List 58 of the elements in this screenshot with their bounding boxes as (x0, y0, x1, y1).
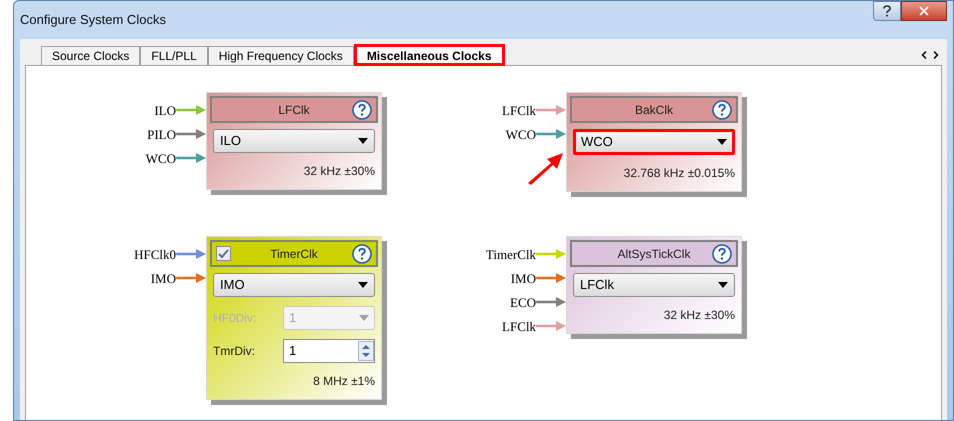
source-dropdown[interactable]: WCO (573, 129, 735, 155)
help-icon[interactable] (712, 244, 732, 264)
block-title: LFClk (277, 102, 311, 118)
arrow-icon (176, 153, 206, 163)
block-title: BakClk (634, 102, 674, 118)
caret-icon (358, 282, 368, 288)
spinner-icon[interactable] (358, 341, 374, 361)
input-label: IMO (150, 272, 176, 284)
check-icon (218, 248, 229, 258)
input-label: PILO (147, 128, 176, 140)
field-label: HF0Div: (213, 310, 258, 327)
arrow-icon (536, 249, 566, 259)
help-icon[interactable] (352, 100, 372, 120)
block-title: TimerClk (269, 246, 319, 262)
tab[interactable]: Source Clocks (41, 46, 140, 66)
caret-icon (718, 282, 728, 288)
input-label: LFClk (502, 104, 536, 116)
divider-spin-field[interactable]: 1 (283, 339, 375, 363)
source-dropdown[interactable]: IMO (213, 273, 375, 297)
input-label: WCO (146, 152, 176, 164)
input-label: HFClk0 (134, 248, 176, 260)
input-label: WCO (506, 128, 536, 140)
tab[interactable]: High Frequency Clocks (208, 46, 354, 66)
arrow-icon (176, 273, 206, 283)
input-label: ILO (154, 104, 176, 116)
arrow-icon (176, 249, 206, 259)
frequency-text: 32.768 kHz ±0.015% (624, 166, 735, 180)
tab[interactable]: Miscellaneous Clocks (354, 44, 505, 66)
checkbox[interactable] (216, 246, 231, 261)
help-icon[interactable] (352, 244, 372, 264)
input-label: IMO (510, 272, 536, 284)
arrow-icon (536, 273, 566, 283)
close-icon (917, 4, 931, 18)
arrow-icon (536, 105, 566, 115)
input-label: LFClk (502, 320, 536, 332)
source-dropdown[interactable]: ILO (213, 129, 375, 153)
source-dropdown[interactable]: LFClk (573, 273, 735, 297)
close-button[interactable] (901, 1, 947, 21)
caret-icon (717, 139, 727, 145)
arrow-icon (176, 129, 206, 139)
frequency-text: 8 MHz ±1% (313, 374, 375, 388)
help-icon[interactable] (712, 100, 732, 120)
block-title: AltSysTickClk (616, 246, 692, 262)
input-label: ECO (510, 296, 536, 308)
frequency-text: 32 kHz ±30% (304, 164, 375, 178)
caret-icon (359, 315, 369, 321)
arrow-icon (536, 297, 566, 307)
window-title: Configure System Clocks (20, 11, 166, 30)
field-label: TmrDiv: (213, 343, 256, 360)
input-label: TimerClk (486, 248, 536, 260)
question-icon (883, 5, 891, 17)
frequency-text: 32 kHz ±30% (664, 308, 735, 322)
arrow-icon (536, 321, 566, 331)
arrow-icon (176, 105, 206, 115)
help-button[interactable] (873, 1, 901, 21)
caret-icon (358, 138, 368, 144)
arrow-icon (536, 129, 566, 139)
tab[interactable]: FLL/PLL (140, 46, 208, 66)
